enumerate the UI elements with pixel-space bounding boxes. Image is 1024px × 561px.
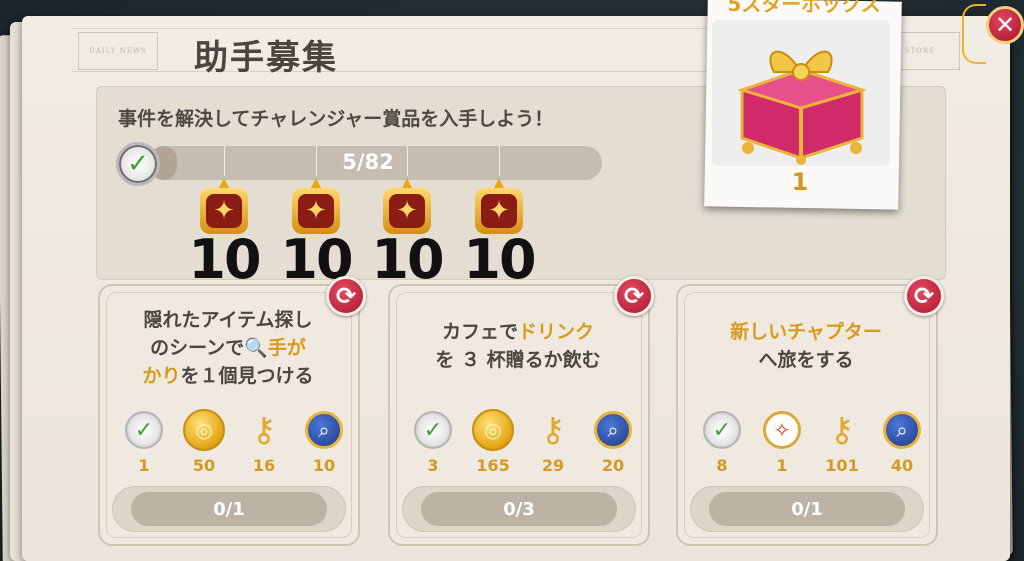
reward-item: ⌕ 10	[294, 408, 354, 475]
task-progress: 0/3	[421, 492, 617, 526]
reward-item: ⚷ 101	[825, 410, 859, 475]
prize-box-title: 5スターボックス	[727, 0, 881, 16]
task-text-line: のシーンで🔍手が	[150, 337, 306, 359]
reward-item: ◎ 50	[174, 408, 234, 475]
key-icon: ⚷	[540, 410, 566, 450]
task-text-line: 新しいチャプター	[730, 321, 882, 343]
progress-tick	[407, 146, 408, 176]
task-description: 新しいチャプター へ旅をする	[686, 318, 926, 374]
compass-icon: ✧	[763, 411, 801, 449]
coin-icon: ◎	[183, 409, 225, 451]
close-button[interactable]: ✕	[986, 6, 1024, 44]
reward-item: ⌕ 40	[872, 408, 932, 475]
task-text-line: へ旅をする	[758, 349, 854, 371]
check-badge-icon: ✓	[116, 142, 160, 186]
magnifier-badge-icon: ⌕	[594, 411, 632, 449]
task-reward-row: ✓ 1 ◎ 50 ⚷ 16 ⌕ 10	[114, 408, 354, 475]
task-progress: 0/1	[131, 492, 327, 526]
progress-tick	[316, 146, 317, 176]
challenge-progress-text: 5/82	[342, 150, 394, 174]
task-text-line: を ３ 杯贈るか飲む	[435, 349, 601, 371]
reward-item: ✓ 3	[403, 408, 463, 475]
reward-item: ⌕ 20	[583, 408, 643, 475]
progress-tick	[224, 146, 225, 176]
task-text-line: カフェでドリンク	[441, 321, 595, 343]
reward-item: ✧ 1	[752, 408, 812, 475]
newspaper-logo-left: DAILY NEWS	[78, 32, 158, 70]
reward-item: ✓ 1	[114, 408, 174, 475]
prize-box-count: 1	[791, 168, 809, 196]
task-reward-row: ✓ 3 ◎ 165 ⚷ 29 ⌕ 20	[403, 408, 643, 475]
reward-item: ⚷ 16	[251, 410, 277, 475]
challenge-description: 事件を解決してチャレンジャー賞品を入手しよう！	[118, 108, 554, 130]
reward-item: ✓ 8	[692, 408, 752, 475]
task-description: カフェでドリンク を ３ 杯贈るか飲む	[398, 318, 638, 374]
check-badge-icon: ✓	[703, 411, 741, 449]
progress-tick	[499, 146, 500, 176]
check-badge-icon: ✓	[125, 411, 163, 449]
magnifier-badge-icon: ⌕	[883, 411, 921, 449]
coin-icon: ◎	[472, 409, 514, 451]
gift-box-illustration	[737, 50, 868, 165]
magnifier-badge-icon: ⌕	[305, 411, 343, 449]
reward-item: ◎ 165	[463, 408, 523, 475]
task-reward-row: ✓ 8 ✧ 1 ⚷ 101 ⌕ 40	[692, 408, 932, 475]
gift-box-icon	[712, 20, 890, 166]
refresh-button[interactable]: ⟳	[904, 276, 944, 316]
task-progress: 0/1	[709, 492, 905, 526]
page-title: 助手募集	[194, 38, 338, 78]
key-icon: ⚷	[251, 410, 277, 450]
task-text-line: 隠れたアイテム探し	[143, 309, 313, 331]
search-icon: 🔍	[244, 337, 268, 359]
reward-count: 10	[371, 228, 444, 291]
check-badge-icon: ✓	[414, 411, 452, 449]
refresh-button[interactable]: ⟳	[614, 276, 654, 316]
reward-item: ⚷ 29	[540, 410, 566, 475]
task-text-line: かりを１個見つける	[142, 365, 314, 387]
close-ornament	[962, 4, 986, 64]
reward-count: 10	[463, 228, 536, 291]
reward-count: 10	[188, 228, 261, 291]
task-description: 隠れたアイテム探し のシーンで🔍手が かりを１個見つける	[108, 306, 348, 390]
key-icon: ⚷	[829, 410, 855, 450]
